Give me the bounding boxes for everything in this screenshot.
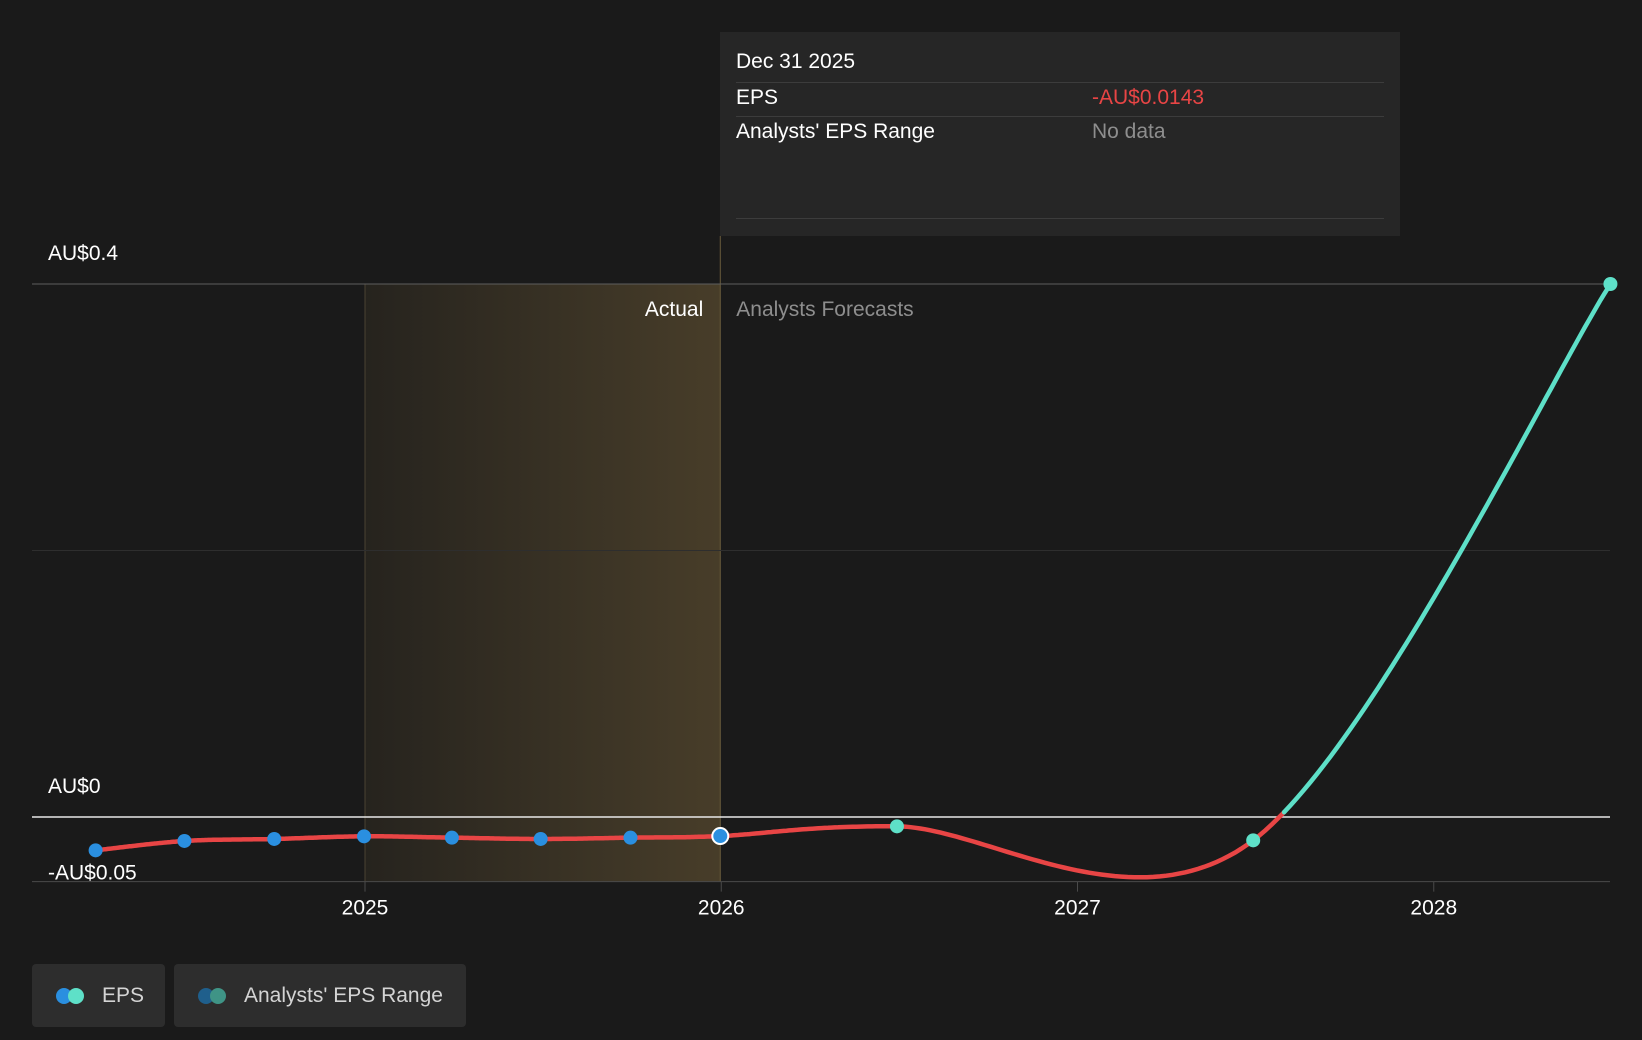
x-tick-label: 2025 [342,897,389,920]
eps-point-selected [711,827,730,846]
eps-point-actual [357,829,372,844]
eps-point-actual [88,843,103,858]
x-tick-label: 2027 [1054,897,1101,920]
y-tick-label: -AU$0.05 [48,862,137,885]
tooltip-eps-value: -AU$0.0143 [1092,86,1205,109]
y-tick-label: AU$0 [48,775,101,798]
range-dots-icon [198,987,230,1004]
grid-layer [32,283,1610,892]
eps-point-actual [533,831,548,846]
x-tick-label: 2026 [698,897,745,920]
tooltip-eps-label: EPS [736,86,779,109]
eps-line-positive [1281,281,1613,815]
eps-point-actual [444,830,459,845]
legend-eps-label: EPS [102,983,145,1007]
label-layer: AU$0.4 AU$0 -AU$0.05 2025 2026 2027 2028 Actual… [48,242,1457,920]
tooltip-divider [736,82,1384,83]
actual-band [365,284,721,882]
legend-eps-button[interactable]: EPS [32,964,165,1027]
line-layer [93,281,1613,880]
tooltip-range-value: No data [1092,120,1166,143]
eps-dots-icon [56,987,88,1004]
tooltip-date: Dec 31 2025 [736,50,856,73]
y-tick-label: AU$0.4 [48,242,118,265]
eps-point-forecast [1603,277,1618,291]
legend-range-label: Analysts' EPS Range [244,983,443,1007]
x-tick-label: 2028 [1410,897,1457,920]
eps-point-actual [623,830,638,845]
eps-point-forecast [889,819,904,834]
tooltip-range-label: Analysts' EPS Range [736,120,935,143]
eps-point-actual [177,833,192,848]
actual-region-label: Actual [645,298,703,321]
legend-range-button[interactable]: Analysts' EPS Range [174,964,466,1027]
eps-point-actual [267,831,282,846]
forecast-region-label: Analysts Forecasts [736,298,913,321]
actual-band-layer [364,236,721,882]
eps-point-forecast [1246,833,1261,848]
point-layer [88,277,1618,858]
hover-tooltip: Dec 31 2025 EPS -AU$0.0143 Analysts' EPS… [720,32,1400,236]
tooltip-divider [736,218,1384,219]
tooltip-divider [736,116,1384,117]
